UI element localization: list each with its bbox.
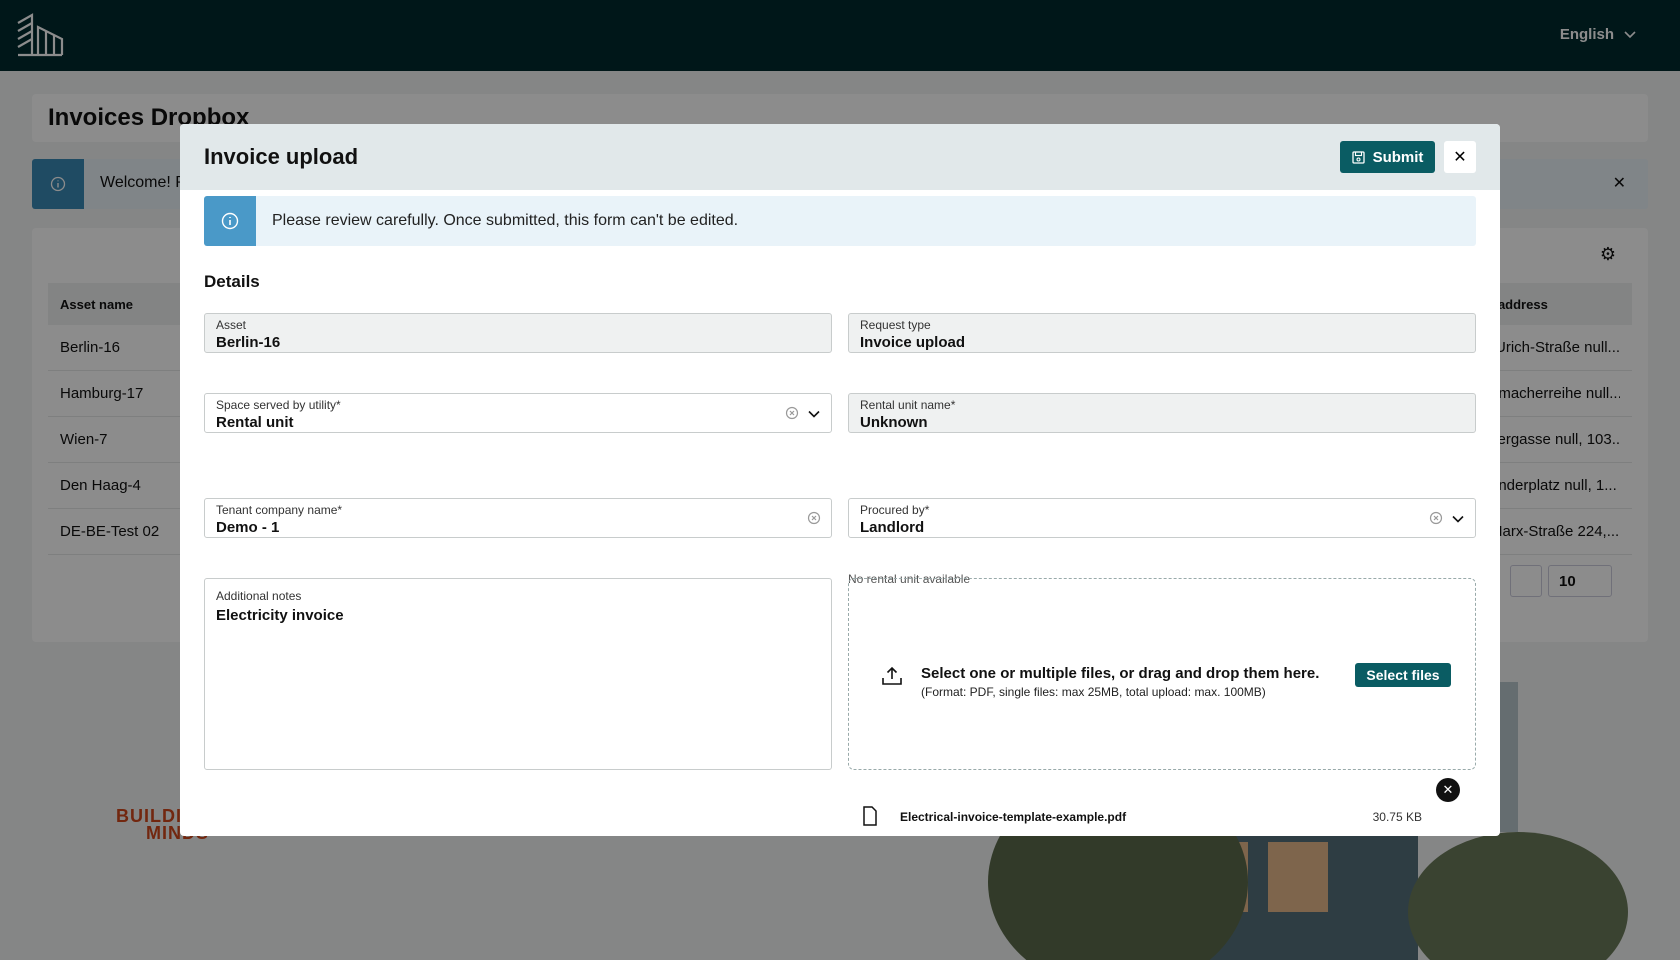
submit-label: Submit — [1372, 148, 1424, 166]
save-icon — [1351, 150, 1365, 164]
procured-by-select[interactable]: Procured by* Landlord — [848, 498, 1476, 538]
additional-notes-value: Electricity invoice — [216, 607, 344, 624]
file-name: Electrical-invoice-template-example.pdf — [900, 810, 1127, 824]
notice-text: Please review carefully. Once submitted,… — [272, 212, 739, 229]
space-served-label: Space served by utility* — [216, 398, 341, 412]
additional-notes-label: Additional notes — [216, 589, 302, 603]
review-notice: Please review carefully. Once submitted,… — [204, 196, 1476, 246]
uploaded-file-item: Electrical-invoice-template-example.pdf … — [862, 804, 1422, 828]
modal-header: Invoice upload Submit ✕ — [180, 124, 1500, 190]
chevron-down-icon[interactable] — [1451, 512, 1465, 526]
tenant-company-input[interactable]: Tenant company name* Demo - 1 — [204, 498, 832, 538]
tenant-company-value: Demo - 1 — [216, 519, 280, 536]
clear-icon[interactable] — [785, 406, 799, 420]
chevron-down-icon[interactable] — [807, 407, 821, 421]
file-dropzone[interactable]: Select one or multiple files, or drag an… — [848, 578, 1476, 770]
upload-icon — [882, 666, 902, 685]
submit-button[interactable]: Submit — [1340, 141, 1435, 173]
invoice-upload-modal: Invoice upload Submit ✕ Please review ca… — [180, 124, 1500, 836]
tenant-company-label: Tenant company name* — [216, 503, 343, 517]
dropzone-format-hint: (Format: PDF, single files: max 25MB, to… — [921, 685, 1266, 699]
procured-by-label: Procured by* — [860, 503, 930, 517]
info-icon — [204, 196, 256, 246]
request-type-value: Invoice upload — [860, 334, 966, 351]
request-type-field: Request type Invoice upload — [848, 313, 1476, 353]
close-modal-button[interactable]: ✕ — [1444, 141, 1476, 173]
modal-title: Invoice upload — [204, 144, 359, 169]
asset-label: Asset — [216, 318, 247, 332]
space-served-select[interactable]: Space served by utility* Rental unit — [204, 393, 832, 433]
file-size: 30.75 KB — [1372, 810, 1422, 824]
dropzone-instructions: Select one or multiple files, or drag an… — [921, 665, 1320, 682]
file-icon — [863, 806, 877, 826]
space-served-value: Rental unit — [216, 414, 294, 431]
additional-notes-textarea[interactable]: Additional notes Electricity invoice — [204, 578, 832, 770]
rental-unit-field: Rental unit name* Unknown — [848, 393, 1476, 433]
close-icon: ✕ — [1442, 782, 1454, 797]
rental-unit-value: Unknown — [860, 414, 928, 431]
asset-value: Berlin-16 — [216, 334, 281, 351]
details-section-title: Details — [204, 272, 260, 291]
select-files-button[interactable]: Select files — [1355, 663, 1451, 687]
rental-unit-label: Rental unit name* — [860, 398, 956, 412]
clear-icon[interactable] — [807, 511, 821, 525]
procured-by-value: Landlord — [860, 519, 925, 536]
clear-icon[interactable] — [1429, 511, 1443, 525]
asset-field: Asset Berlin-16 — [204, 313, 832, 353]
request-type-label: Request type — [860, 318, 931, 332]
close-icon: ✕ — [1453, 149, 1467, 166]
remove-file-button[interactable]: ✕ — [1436, 778, 1460, 802]
